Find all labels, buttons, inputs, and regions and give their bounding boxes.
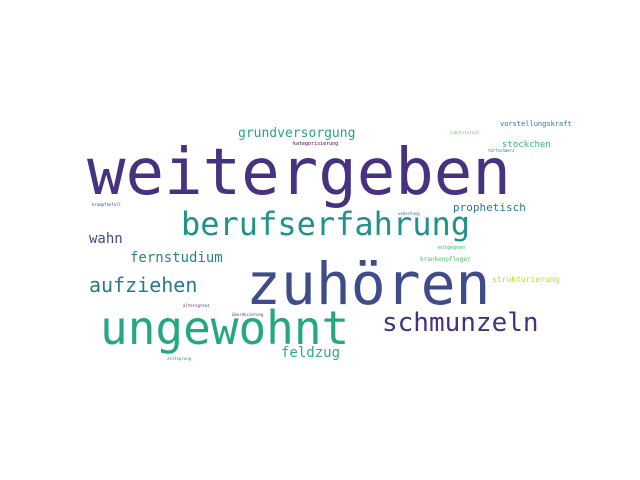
word-krankenpfleger: krankenpfleger	[420, 256, 471, 263]
word-ueberhaug: ueberhaug	[398, 211, 420, 216]
word-wahn: wahn	[89, 231, 123, 247]
word-vorstellungskraft: vorstellungskraft	[500, 120, 572, 128]
word-berufserfahrung: berufserfahrung	[181, 205, 470, 243]
word-prophetisch: prophetisch	[453, 201, 526, 214]
word-krampfanfall: krampfanfall	[92, 202, 121, 207]
word-schmunzeln: schmunzeln	[382, 308, 539, 338]
word-ueberdosierung: überdosierung	[232, 312, 264, 317]
word-zeitsprung: zeitsprung	[167, 356, 192, 361]
word-aufziehen: aufziehen	[89, 273, 198, 297]
word-cloud: weitergeben zuhören ungewohnt berufserfa…	[0, 0, 640, 480]
word-strukturierung: strukturierung	[492, 275, 560, 284]
word-substitution: substitution	[450, 130, 479, 135]
word-grundversorgung: grundversorgung	[238, 126, 356, 141]
word-fernstudium: fernstudium	[130, 250, 223, 266]
word-entgegnen: entgegnen	[438, 245, 466, 251]
word-altersgrenz: altersgrenz	[183, 303, 210, 308]
word-feldzug: feldzug	[281, 345, 341, 361]
word-kategorisierung: kategorisierung	[293, 141, 339, 147]
word-tarfschmerz: tarfschmerz	[488, 148, 515, 153]
word-weitergeben: weitergeben	[87, 136, 511, 210]
